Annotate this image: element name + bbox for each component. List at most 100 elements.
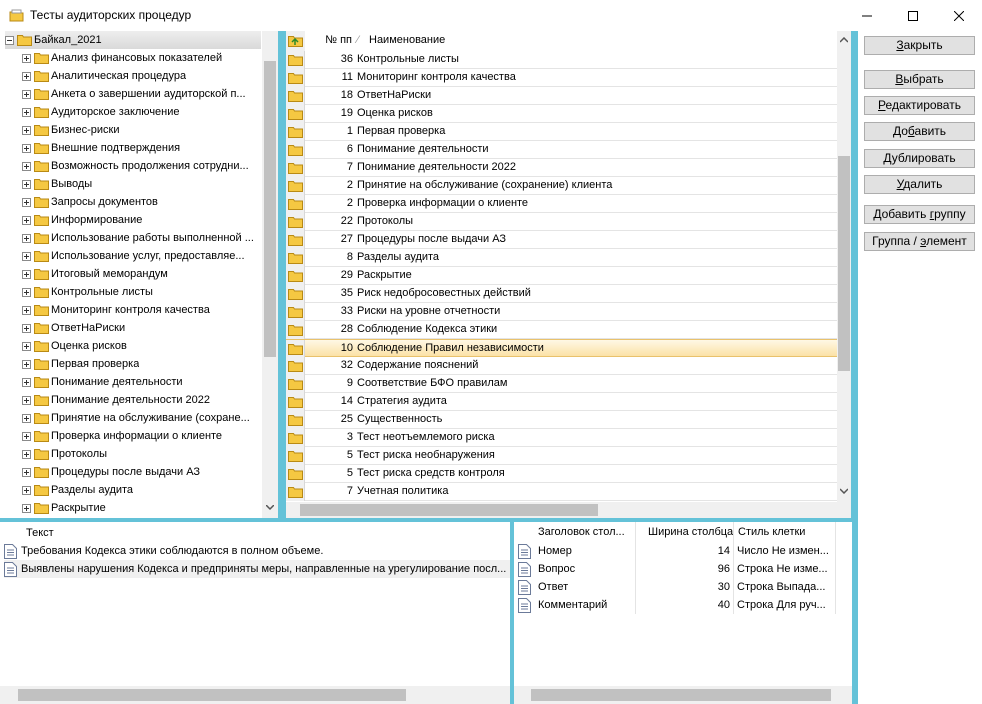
list-row[interactable]: 5 Тест риска средств контроля — [286, 465, 837, 483]
list-row[interactable]: 10 Соблюдение Правил независимости — [286, 339, 837, 358]
folder-up-icon[interactable] — [288, 34, 303, 47]
column-row[interactable]: Вопрос 96 Строка Не изме... — [518, 560, 852, 578]
tree-item[interactable]: Принятие на обслуживание (сохране... — [22, 409, 260, 427]
tree-item[interactable]: Проверка информации о клиенте — [22, 427, 260, 445]
column-row[interactable]: Ответ 30 Строка Выпада... — [518, 578, 852, 596]
list-header-icon-cell[interactable] — [286, 31, 305, 51]
tree-item[interactable]: Итоговый меморандум — [22, 265, 260, 283]
expand-icon[interactable] — [22, 143, 31, 153]
list-row[interactable]: 9 Соответствие БФО правилам — [286, 375, 837, 393]
tree-item[interactable]: Оценка рисков — [22, 337, 260, 355]
scroll-down-icon[interactable] — [266, 505, 274, 511]
list-row[interactable]: 33 Риски на уровне отчетности — [286, 303, 837, 321]
tree-item[interactable]: ОтветНаРиски — [22, 319, 260, 337]
answer-texts-panel[interactable]: Текст Требования Кодекса этики соблюдают… — [0, 522, 510, 704]
list-row[interactable]: 25 Существенность — [286, 411, 837, 429]
tree-item[interactable]: Аудиторское заключение — [22, 103, 260, 121]
expand-icon[interactable] — [22, 71, 31, 81]
list-row[interactable]: 5 Тест риска необнаружения — [286, 447, 837, 465]
texts-hscrollbar-thumb[interactable] — [18, 689, 406, 701]
delete-button[interactable]: Удалить — [864, 175, 975, 194]
close-window-button[interactable] — [936, 0, 982, 31]
group-tree[interactable]: Байкал_2021 Анализ финансовых показателе… — [0, 31, 278, 518]
tree-item[interactable]: Понимание деятельности — [22, 373, 260, 391]
scroll-up-icon[interactable] — [840, 37, 848, 43]
tree-root[interactable]: Байкал_2021 — [5, 31, 261, 49]
list-row[interactable]: 32 Содержание пояснений — [286, 357, 837, 375]
expand-icon[interactable] — [22, 197, 31, 207]
list-row[interactable]: 22 Протоколы — [286, 213, 837, 231]
expand-icon[interactable] — [22, 503, 31, 513]
collapse-icon[interactable] — [5, 35, 14, 45]
duplicate-button[interactable]: Дублировать — [864, 149, 975, 168]
tree-item[interactable]: Запросы документов — [22, 193, 260, 211]
tree-scrollbar-thumb[interactable] — [264, 61, 276, 357]
expand-icon[interactable] — [22, 215, 31, 225]
add-button[interactable]: Добавить — [864, 122, 975, 141]
expand-icon[interactable] — [22, 53, 31, 63]
expand-icon[interactable] — [22, 161, 31, 171]
tree-item[interactable]: Процедуры после выдачи АЗ — [22, 463, 260, 481]
list-row[interactable]: 11 Мониторинг контроля качества — [286, 69, 837, 87]
expand-icon[interactable] — [22, 233, 31, 243]
expand-icon[interactable] — [22, 467, 31, 477]
column-header[interactable]: Заголовок стол... — [534, 522, 636, 542]
expand-icon[interactable] — [22, 323, 31, 333]
tree-item[interactable]: Анкета о завершении аудиторской п... — [22, 85, 260, 103]
text-row[interactable]: Выявлены нарушения Кодекса и предприняты… — [4, 560, 510, 578]
tree-item[interactable]: Бизнес-риски — [22, 121, 260, 139]
expand-icon[interactable] — [22, 89, 31, 99]
list-row[interactable]: 6 Понимание деятельности — [286, 141, 837, 159]
list-row[interactable]: 8 Разделы аудита — [286, 249, 837, 267]
columns-panel[interactable]: Заголовок стол... Ширина столбца Стиль кле… — [514, 522, 852, 704]
tree-item[interactable]: Анализ финансовых показателей — [22, 49, 260, 67]
list-row[interactable]: 35 Риск недобросовестных действий — [286, 285, 837, 303]
expand-icon[interactable] — [22, 359, 31, 369]
maximize-button[interactable] — [890, 0, 936, 31]
expand-icon[interactable] — [22, 413, 31, 423]
tree-item[interactable]: Возможность продолжения сотрудни... — [22, 157, 260, 175]
tree-item[interactable]: Раскрытие — [22, 499, 260, 517]
tree-item[interactable]: Первая проверка — [22, 355, 260, 373]
procedure-list[interactable]: № пп ⁄ Наименование 36 Контрольные листы 1… — [286, 31, 851, 518]
text-column-header[interactable]: Текст — [26, 527, 54, 539]
list-row[interactable]: 18 ОтветНаРиски — [286, 87, 837, 105]
tree-item[interactable]: Использование услуг, предоставляе... — [22, 247, 260, 265]
list-row[interactable]: 2 Проверка информации о клиенте — [286, 195, 837, 213]
list-row[interactable]: 7 Понимание деятельности 2022 — [286, 159, 837, 177]
texts-hscrollbar[interactable] — [0, 686, 510, 704]
list-scrollbar-thumb[interactable] — [838, 156, 850, 371]
tree-item[interactable]: Мониторинг контроля качества — [22, 301, 260, 319]
column-row[interactable]: Номер 14 Число Не измен... — [518, 542, 852, 560]
add-group-button[interactable]: Добавить группу — [864, 205, 975, 224]
list-row[interactable]: 36 Контрольные листы — [286, 51, 837, 69]
vertical-splitter-left[interactable] — [278, 31, 286, 520]
select-button[interactable]: Выбрать — [864, 70, 975, 89]
list-row[interactable]: 19 Оценка рисков — [286, 105, 837, 123]
list-row[interactable]: 14 Стратегия аудита — [286, 393, 837, 411]
expand-icon[interactable] — [22, 305, 31, 315]
tree-scrollbar[interactable] — [262, 31, 278, 518]
list-scrollbar[interactable] — [837, 31, 851, 502]
expand-icon[interactable] — [22, 125, 31, 135]
list-row[interactable]: 1 Первая проверка — [286, 123, 837, 141]
vertical-splitter-right[interactable] — [851, 31, 858, 704]
expand-icon[interactable] — [22, 395, 31, 405]
expand-icon[interactable] — [22, 107, 31, 117]
list-hscrollbar-thumb[interactable] — [300, 504, 598, 516]
list-row[interactable]: 3 Тест неотъемлемого риска — [286, 429, 837, 447]
tree-item[interactable]: Протоколы — [22, 445, 260, 463]
column-header[interactable]: Стиль клетки — [734, 522, 836, 542]
tree-item[interactable]: Аналитическая процедура — [22, 67, 260, 85]
expand-icon[interactable] — [22, 431, 31, 441]
expand-icon[interactable] — [22, 251, 31, 261]
tree-item[interactable]: Информирование — [22, 211, 260, 229]
tree-item[interactable]: Внешние подтверждения — [22, 139, 260, 157]
list-row[interactable]: 2 Принятие на обслуживание (сохранение) к… — [286, 177, 837, 195]
expand-icon[interactable] — [22, 449, 31, 459]
list-row[interactable]: 29 Раскрытие — [286, 267, 837, 285]
tree-item[interactable]: Разделы аудита — [22, 481, 260, 499]
expand-icon[interactable] — [22, 179, 31, 189]
list-row[interactable]: 7 Учетная политика — [286, 483, 837, 501]
edit-button[interactable]: Редактировать — [864, 96, 975, 115]
